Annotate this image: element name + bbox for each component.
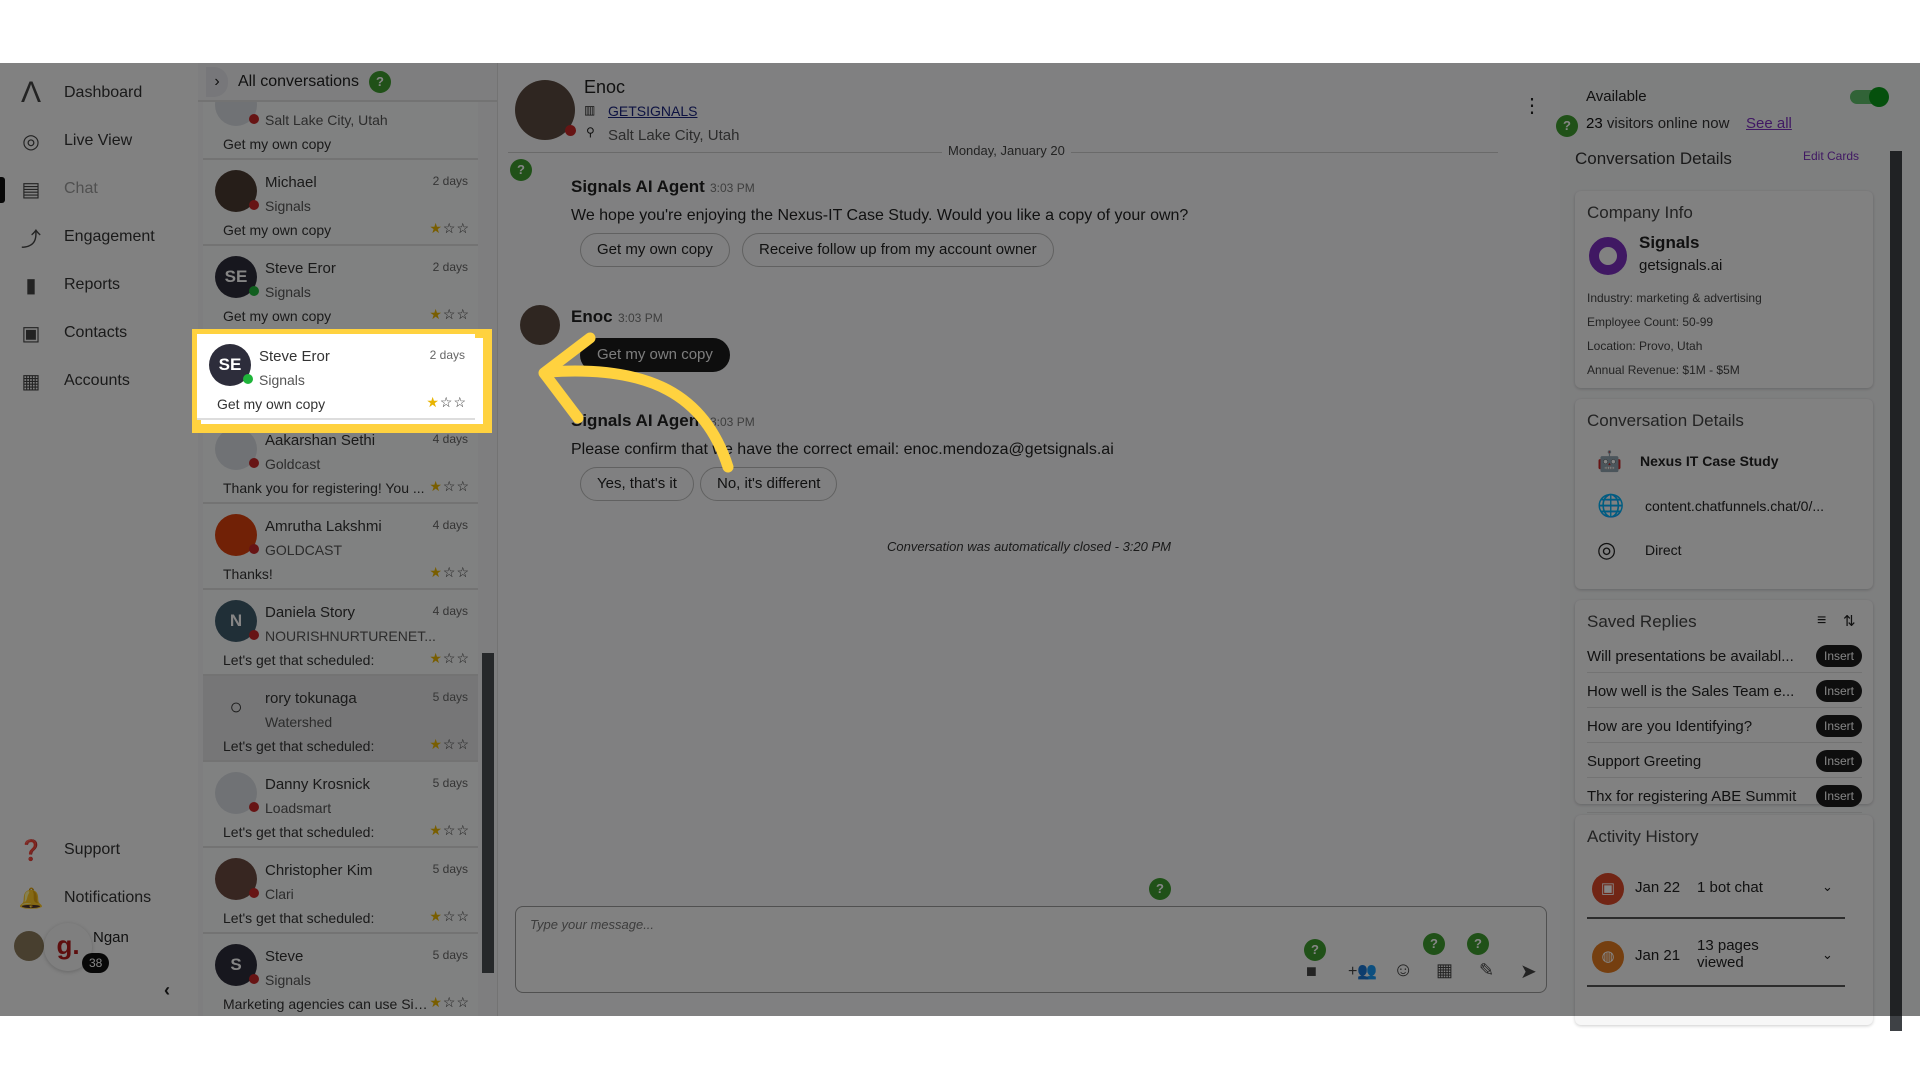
star-empty-icon: ☆	[453, 394, 467, 410]
contact-name: Steve Eror	[259, 348, 330, 365]
dim-overlay	[0, 63, 1920, 1016]
star-empty-icon: ☆	[439, 394, 454, 410]
contact-avatar: SE	[209, 344, 253, 386]
last-activity-time: 2 days	[429, 348, 465, 362]
status-dot	[243, 374, 253, 384]
star-rating[interactable]: ★☆☆	[426, 394, 467, 411]
star-filled-icon: ★	[426, 394, 440, 410]
highlighted-conversation[interactable]: SE Steve Eror Signals 2 days Get my own …	[192, 329, 492, 433]
contact-company: Signals	[259, 372, 305, 388]
conversation-item[interactable]: SE Steve Eror Signals 2 days Get my own …	[197, 334, 475, 420]
message-preview: Get my own copy	[217, 396, 326, 412]
